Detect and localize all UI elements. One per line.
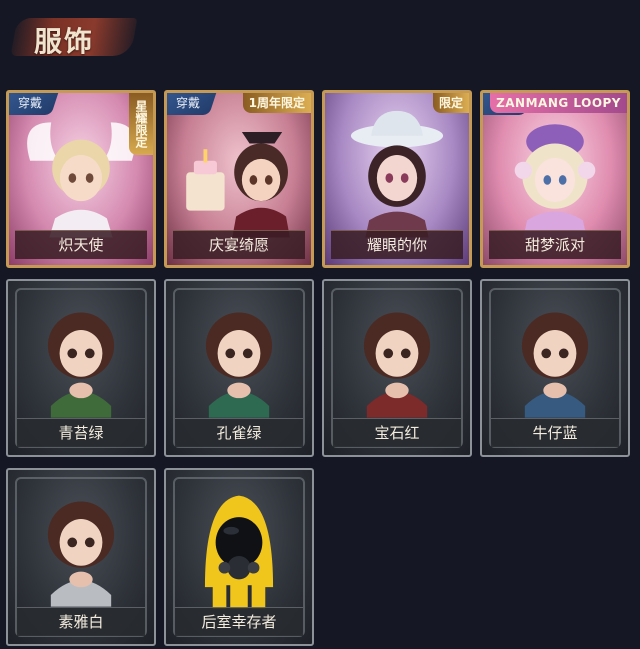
costume-card-2[interactable]: 穿戴 1周年限定 庆宴绮愿 (164, 90, 314, 268)
equipped-badge: 穿戴 (167, 93, 217, 115)
costume-name: 耀眼的你 (331, 230, 463, 259)
costume-name: 炽天使 (15, 230, 147, 259)
costume-card-9[interactable]: 素雅白 (6, 468, 156, 646)
costume-name: 素雅白 (17, 607, 145, 636)
costume-grid: 穿戴 星耀限定 炽天使 穿戴 1周年限定 庆宴绮愿 限定 耀眼的你 ZANMAN… (0, 0, 640, 649)
costume-name: 甜梦派对 (489, 230, 621, 259)
costume-card-1[interactable]: 穿戴 星耀限定 炽天使 (6, 90, 156, 268)
costume-name: 孔雀绿 (175, 418, 303, 447)
costume-card-5[interactable]: 青苔绿 (6, 279, 156, 457)
costume-name: 庆宴绮愿 (173, 230, 305, 259)
costume-name: 牛仔蓝 (491, 418, 619, 447)
costume-card-3[interactable]: 限定 耀眼的你 (322, 90, 472, 268)
costume-card-10[interactable]: 后室幸存者 (164, 468, 314, 646)
anniversary-tag: 1周年限定 (242, 93, 311, 113)
costume-card-6[interactable]: 孔雀绿 (164, 279, 314, 457)
collab-tag: ZANMANG LOOPY (490, 93, 627, 113)
costume-card-4[interactable]: 穿戴 ZANMANG LOOPY 甜梦派对 (480, 90, 630, 268)
costume-name: 青苔绿 (17, 418, 145, 447)
limited-tag: 星耀限定 (129, 93, 153, 155)
costume-card-7[interactable]: 宝石红 (322, 279, 472, 457)
equipped-badge: 穿戴 (9, 93, 59, 115)
costume-name: 后室幸存者 (175, 607, 303, 636)
limited-tag: 限定 (432, 93, 469, 113)
costume-name: 宝石红 (333, 418, 461, 447)
costume-card-8[interactable]: 牛仔蓝 (480, 279, 630, 457)
